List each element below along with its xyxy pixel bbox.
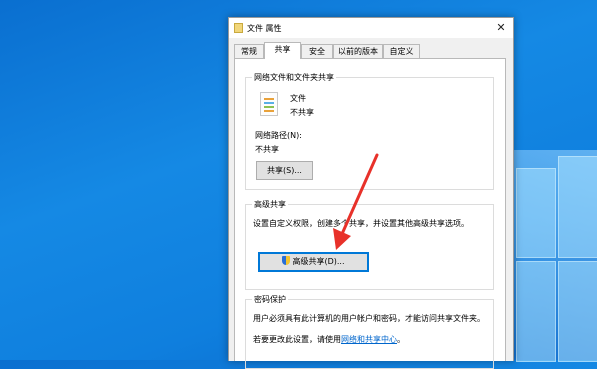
network-sharing-group: 网络文件和文件夹共享 文件 不共享 网络路径(N): 不共享 共享(S)... (245, 72, 494, 190)
advanced-sharing-group: 高级共享 设置自定义权限，创建多个共享，并设置其他高级共享选项。 高级共享(D)… (245, 199, 494, 290)
window-title: 文件 属性 (247, 24, 282, 33)
advanced-sharing-title: 高级共享 (252, 199, 288, 210)
tab-customize[interactable]: 自定义 (383, 44, 420, 58)
advanced-sharing-description: 设置自定义权限，创建多个共享，并设置其他高级共享选项。 (253, 219, 469, 228)
tab-security[interactable]: 安全 (301, 44, 333, 58)
network-path-value: 不共享 (255, 145, 279, 154)
password-change-text: 若要更改此设置，请使用网络和共享中心。 (253, 334, 405, 345)
password-change-prefix: 若要更改此设置，请使用 (253, 335, 341, 344)
password-protection-title: 密码保护 (252, 294, 288, 305)
tab-previous-versions[interactable]: 以前的版本 (333, 44, 383, 58)
password-protection-description: 用户必须具有此计算机的用户帐户和密码，才能访问共享文件夹。 (253, 314, 485, 323)
shared-item-name: 文件 (290, 94, 306, 103)
windows-logo (516, 156, 597, 362)
advanced-sharing-button[interactable]: 高级共享(D)... (258, 252, 369, 272)
properties-dialog: 文件 属性 ✕ 常规 共享 安全 以前的版本 自定义 网络文件和文件夹共享 文件… (228, 17, 514, 369)
password-protection-group: 密码保护 用户必须具有此计算机的用户帐户和密码，才能访问共享文件夹。 若要更改此… (245, 294, 494, 369)
shared-item-status: 不共享 (290, 108, 314, 117)
folder-icon (234, 23, 243, 33)
sharing-panel: 网络文件和文件夹共享 文件 不共享 网络路径(N): 不共享 共享(S)... … (234, 58, 506, 369)
title-bar[interactable]: 文件 属性 ✕ (229, 18, 513, 38)
tab-general[interactable]: 常规 (234, 44, 264, 58)
tab-strip: 常规 共享 安全 以前的版本 自定义 (234, 42, 506, 59)
network-sharing-title: 网络文件和文件夹共享 (252, 72, 336, 83)
shield-icon (282, 256, 291, 265)
close-button[interactable]: ✕ (493, 20, 509, 36)
file-icon (260, 92, 278, 116)
network-path-label: 网络路径(N): (255, 131, 302, 140)
password-change-suffix: 。 (397, 335, 405, 344)
tab-sharing[interactable]: 共享 (264, 42, 301, 59)
network-sharing-center-link[interactable]: 网络和共享中心 (341, 335, 397, 344)
share-button[interactable]: 共享(S)... (256, 161, 313, 180)
advanced-sharing-button-label: 高级共享(D)... (292, 257, 345, 266)
